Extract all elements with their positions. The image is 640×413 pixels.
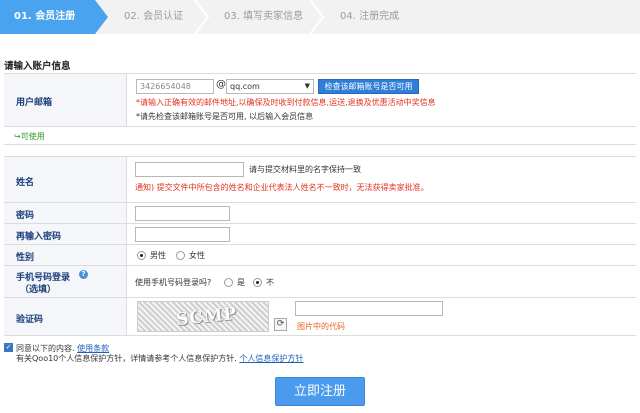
step-3: 03. 填写卖家信息 [224,0,303,34]
password-label-cell: 密码 [4,203,127,223]
section-title: 请输入账户信息 [4,61,71,72]
gender-male-label: 男性 [150,251,166,260]
name-label: 姓名 [16,178,35,188]
step-4: 04. 注册完成 [340,0,399,34]
name-hint: 请与提交材料里的名字保持一致 [249,165,361,174]
name-row: 姓名 请与提交材料里的名字保持一致 通知) 提交文件中所包含的姓名和企业代表法人… [4,157,636,203]
agree-checkbox[interactable]: ✓ [4,343,13,352]
step-3-label: 03. 填写卖家信息 [224,11,304,22]
gender-female-radio[interactable] [176,251,185,260]
password-label: 密码 [16,211,35,221]
email-available-status: ↪可使用 [14,132,45,141]
step-2-label: 02. 会员认证 [124,11,184,22]
captcha-image-text: SCMP [175,303,239,331]
phone-login-row: 手机号码登录 ? （选填） 使用手机号码登录吗? 是 不 [4,266,636,298]
gender-label-cell: 性别 [4,245,127,265]
step-1: 01. 会员注册 [14,0,75,34]
email-label-cell: 用户邮箱 [4,74,127,126]
step-2-separator [194,0,210,34]
step-2: 02. 会员认证 [124,0,183,34]
name-notice: 通知) 提交文件中所包含的姓名和企业代表法人姓名不一致时，无法获得卖家批准。 [135,183,429,192]
password-confirm-label-cell: 再输入密码 [4,224,127,244]
step-3-separator [309,0,325,34]
captcha-row: 验证码 SCMP ⟳ 图片中的代码 [4,298,636,336]
register-button[interactable]: 立即注册 [275,377,365,406]
name-input[interactable] [135,162,244,177]
email-user-input[interactable] [136,79,214,94]
gender-row: 性别 男性 女性 [4,245,636,266]
email-domain-select[interactable]: qq.com ▼ [226,79,314,94]
phone-login-no-label: 不 [266,278,274,287]
chevron-down-icon: ▼ [304,82,310,90]
password-confirm-input[interactable] [135,227,230,242]
phone-login-no-radio[interactable] [253,278,262,287]
form-spacer [4,145,636,157]
gender-female-label: 女性 [189,251,205,260]
name-label-cell: 姓名 [4,157,127,202]
phone-login-optional: （选填） [20,285,57,295]
email-domain-value: qq.com [230,82,260,91]
email-row: 用户邮箱 @ qq.com ▼ 检查该邮箱账号是否可用 *请输入正确有效的邮件地… [4,74,636,127]
help-icon[interactable]: ? [79,270,88,279]
agree-line-2: 有关Qoo10个人信息保护方针，详情请参考个人信息保护方针. 个人信息保护方针 [16,353,303,364]
password-confirm-row: 再输入密码 [4,224,636,245]
step-progress-bar: 01. 会员注册 02. 会员认证 03. 填写卖家信息 04. 注册完成 [0,0,640,34]
phone-login-label-cell: 手机号码登录 ? （选填） [4,266,127,297]
gender-label: 性别 [16,253,35,263]
email-available-row: ↪可使用 [4,127,636,145]
registration-form: 用户邮箱 @ qq.com ▼ 检查该邮箱账号是否可用 *请输入正确有效的邮件地… [4,73,636,336]
privacy-text: 有关Qoo10个人信息保护方针，详情请参考个人信息保护方针. [16,354,237,363]
agree-text: 同意以下的内容. [16,344,75,353]
step-bar-shapes [0,0,325,34]
email-label: 用户邮箱 [16,98,53,108]
password-row: 密码 [4,203,636,224]
gender-male-radio[interactable] [137,251,146,260]
captcha-label: 验证码 [16,315,44,325]
captcha-input[interactable] [295,301,443,316]
privacy-link[interactable]: 个人信息保护方针 [239,354,303,363]
phone-login-yes-radio[interactable] [224,278,233,287]
step-4-label: 04. 注册完成 [340,11,400,22]
step-1-label: 01. 会员注册 [14,11,76,22]
password-input[interactable] [135,206,230,221]
terms-link[interactable]: 使用条款 [77,344,109,353]
phone-login-question: 使用手机号码登录吗? [135,278,212,287]
email-hint-warning: *请输入正确有效的邮件地址,以确保及时收到付款信息,运送,退换及优惠活动中奖信息 [136,98,436,107]
password-confirm-label: 再输入密码 [16,232,62,242]
phone-login-yes-label: 是 [237,278,245,287]
email-at-sign: @ [216,79,226,90]
captcha-image: SCMP [137,301,269,332]
captcha-hint: 图片中的代码 [297,322,345,331]
email-hint-check-first: *请先检查该邮箱账号是否可用, 以后输入会员信息 [136,112,314,121]
captcha-label-cell: 验证码 [4,298,127,335]
check-email-button[interactable]: 检查该邮箱账号是否可用 [318,79,419,94]
refresh-icon[interactable]: ⟳ [274,318,287,331]
